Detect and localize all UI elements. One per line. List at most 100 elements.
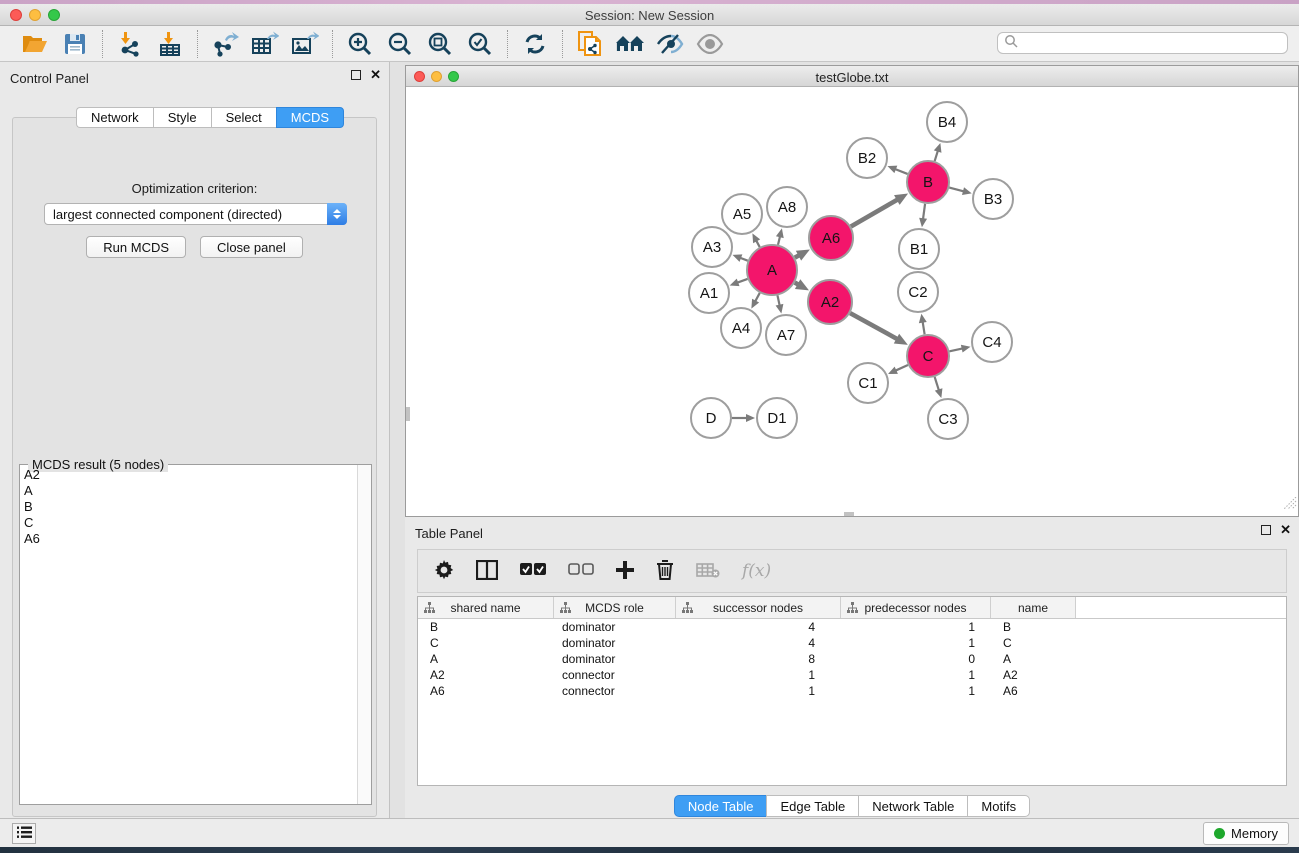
table-cell: A — [991, 651, 1076, 667]
graph-edge[interactable] — [740, 258, 748, 261]
search-input[interactable] — [1018, 34, 1287, 52]
tab-mcds[interactable]: MCDS — [276, 107, 344, 128]
export-table-button[interactable] — [248, 29, 282, 59]
table-cell: C — [418, 635, 554, 651]
result-item[interactable]: A2 — [20, 467, 357, 483]
graph-edge[interactable] — [923, 322, 925, 335]
column-header-successor-nodes[interactable]: successor nodes — [676, 597, 841, 618]
table-row[interactable]: Adominator80A — [418, 651, 1286, 667]
graph-edge[interactable] — [935, 151, 938, 161]
table-cell: 1 — [676, 683, 841, 699]
table-row[interactable]: Cdominator41C — [418, 635, 1286, 651]
show-columns-button[interactable] — [476, 556, 498, 586]
table-cell: dominator — [554, 619, 676, 635]
hide-panel-button[interactable] — [653, 29, 687, 59]
eye-icon — [696, 34, 724, 54]
tab-motifs[interactable]: Motifs — [967, 795, 1030, 817]
graph-edge[interactable] — [935, 377, 939, 390]
network-graph[interactable]: B4B2BB3A5A8A6A3B1AA1C2A2A4A7C4CC1DD1C3 — [406, 87, 1298, 516]
task-history-button[interactable] — [12, 823, 36, 844]
node-table[interactable]: shared nameMCDS rolesuccessor nodesprede… — [417, 596, 1287, 786]
graph-node-label: C2 — [908, 284, 927, 301]
close-panel-button[interactable]: Close panel — [200, 236, 303, 258]
zoom-fit-button[interactable] — [423, 29, 457, 59]
open-network-file-button[interactable] — [573, 29, 607, 59]
criterion-dropdown[interactable]: largest connected component (directed) — [44, 203, 347, 225]
edge-arrowhead-icon — [733, 254, 743, 261]
memory-button[interactable]: Memory — [1203, 822, 1289, 845]
column-header-shared-name[interactable]: shared name — [418, 597, 554, 618]
column-header-predecessor-nodes[interactable]: predecessor nodes — [841, 597, 991, 618]
graph-edge[interactable] — [949, 188, 964, 192]
save-session-button[interactable] — [58, 29, 92, 59]
edge-arrowhead-icon — [961, 345, 971, 353]
open-file-button[interactable] — [18, 29, 52, 59]
graph-node-label: A2 — [821, 294, 839, 311]
table-row[interactable]: Bdominator41B — [418, 619, 1286, 635]
graph-edge[interactable] — [895, 169, 908, 174]
import-network-button[interactable] — [113, 29, 147, 59]
close-panel-icon[interactable]: ✕ — [370, 70, 381, 80]
run-mcds-button[interactable]: Run MCDS — [86, 236, 186, 258]
result-scrollbar[interactable] — [357, 465, 371, 804]
column-header-MCDS-role[interactable]: MCDS role — [554, 597, 676, 618]
session-title: Session: New Session — [0, 8, 1299, 23]
tab-style[interactable]: Style — [153, 107, 211, 128]
table-row[interactable]: A6connector11A6 — [418, 683, 1286, 699]
zoom-out-button[interactable] — [383, 29, 417, 59]
graph-edge[interactable] — [850, 313, 897, 339]
main-titlebar[interactable]: Session: New Session — [0, 4, 1299, 26]
column-type-icon — [424, 602, 435, 616]
deselect-all-button[interactable] — [568, 556, 594, 586]
float-table-panel-icon[interactable] — [1261, 525, 1271, 535]
graph-edge[interactable] — [755, 293, 760, 302]
result-item[interactable]: C — [20, 515, 357, 531]
create-column-button[interactable] — [616, 556, 634, 586]
result-item[interactable]: B — [20, 499, 357, 515]
network-canvas[interactable]: B4B2BB3A5A8A6A3B1AA1C2A2A4A7C4CC1DD1C3 — [406, 87, 1298, 516]
graph-edge[interactable] — [756, 240, 760, 247]
network-vscroll-thumb[interactable] — [406, 407, 410, 421]
zoom-selected-button[interactable] — [463, 29, 497, 59]
zoom-in-button[interactable] — [343, 29, 377, 59]
tab-select[interactable]: Select — [211, 107, 276, 128]
table-row[interactable]: A2connector11A2 — [418, 667, 1286, 683]
delete-table-button[interactable] — [696, 556, 720, 586]
network-window-titlebar[interactable]: testGlobe.txt — [406, 66, 1298, 87]
table-settings-button[interactable] — [434, 556, 454, 586]
graph-edge[interactable] — [923, 204, 925, 219]
graph-edge[interactable] — [777, 295, 779, 305]
delete-columns-button[interactable] — [656, 556, 674, 586]
import-table-button[interactable] — [153, 29, 187, 59]
graph-edge[interactable] — [851, 199, 898, 226]
graph-node-label: C3 — [938, 411, 957, 428]
search-field[interactable] — [997, 32, 1288, 54]
column-header-name[interactable]: name — [991, 597, 1076, 618]
select-all-button[interactable] — [520, 556, 546, 586]
close-table-panel-icon[interactable]: ✕ — [1280, 525, 1291, 535]
import-network-icon — [117, 31, 143, 57]
graph-edge[interactable] — [895, 365, 908, 371]
apply-function-button[interactable]: f(x) — [742, 556, 771, 586]
tab-node-table[interactable]: Node Table — [674, 795, 767, 817]
mcds-result-list[interactable]: A2ABCA6 — [20, 467, 357, 804]
result-item[interactable]: A6 — [20, 531, 357, 547]
export-image-button[interactable] — [288, 29, 322, 59]
graph-edge[interactable] — [949, 348, 962, 351]
export-network-button[interactable] — [208, 29, 242, 59]
show-panel-button[interactable] — [693, 29, 727, 59]
float-panel-icon[interactable] — [351, 70, 361, 80]
tab-network-table[interactable]: Network Table — [858, 795, 967, 817]
plus-icon — [616, 561, 634, 582]
tab-edge-table[interactable]: Edge Table — [766, 795, 858, 817]
refresh-button[interactable] — [518, 29, 552, 59]
graph-edge[interactable] — [737, 279, 747, 283]
resize-grip-icon[interactable] — [1284, 497, 1297, 515]
tab-network[interactable]: Network — [76, 107, 153, 128]
graph-edge[interactable] — [778, 236, 780, 245]
network-hscroll-thumb[interactable] — [844, 512, 854, 516]
open-folder-icon — [22, 33, 48, 55]
home-button[interactable] — [613, 29, 647, 59]
edge-arrowhead-icon — [776, 304, 784, 314]
result-item[interactable]: A — [20, 483, 357, 499]
